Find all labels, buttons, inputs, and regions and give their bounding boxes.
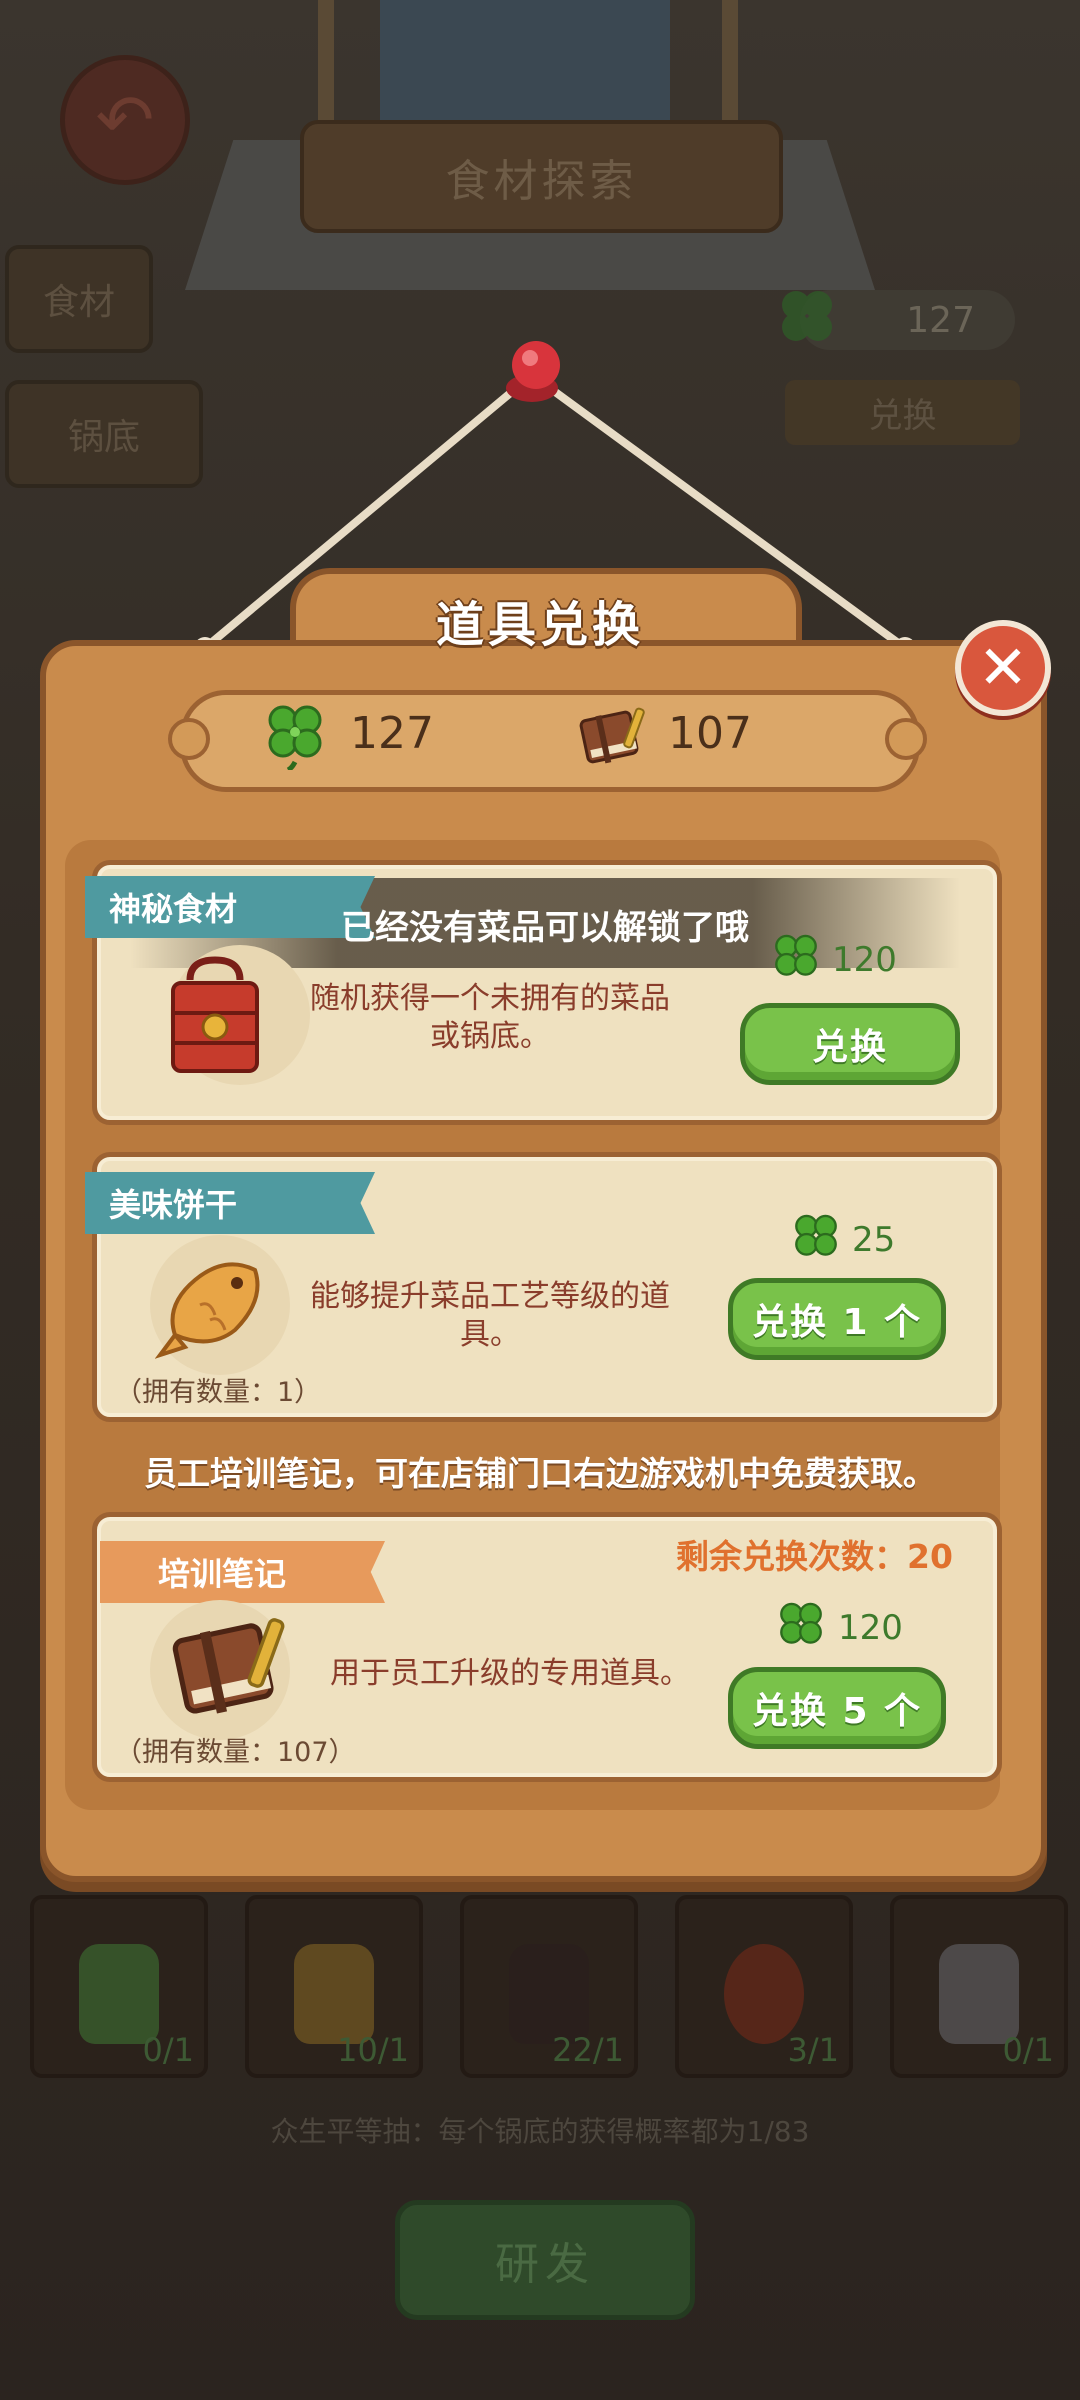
background-clover-icon	[782, 291, 832, 341]
remaining-exchanges: 剩余兑换次数：20	[676, 1537, 953, 1576]
jar-count: 0/1	[1002, 2031, 1055, 2069]
lunchbox-icon	[171, 956, 259, 1073]
jar-slot[interactable]: 0/1	[30, 1895, 208, 2078]
item-price: 120	[832, 940, 897, 980]
owned-quantity: （拥有数量：107）	[115, 1737, 356, 1768]
item-description: 随机获得一个未拥有的菜品或锅底。	[310, 981, 670, 1054]
jar-icon	[724, 1944, 804, 2044]
background-exchange-button[interactable]: 兑换	[785, 380, 1020, 445]
clover-icon	[780, 1602, 822, 1644]
item-ribbon: 培训笔记	[100, 1541, 385, 1603]
jar-count: 10/1	[337, 2031, 409, 2069]
bar-knob-right	[885, 718, 927, 760]
jar-icon	[79, 1944, 159, 2044]
jar-count: 0/1	[142, 2031, 195, 2069]
jar-count: 3/1	[787, 2031, 840, 2069]
item-description: 用于员工升级的专用道具。	[330, 1656, 690, 1691]
owned-quantity: （拥有数量：1）	[115, 1377, 322, 1408]
item-ribbon: 美味饼干	[85, 1172, 375, 1234]
clover-count: 127	[350, 708, 434, 759]
tab-ingredients[interactable]: 食材	[5, 245, 153, 353]
fish-cookie-icon	[155, 1262, 260, 1359]
jar-icon	[939, 1944, 1019, 2044]
notebook-icon	[579, 707, 645, 764]
clover-icon	[775, 934, 817, 976]
jar-slot[interactable]: 10/1	[245, 1895, 423, 2078]
background-title-sign: 食材探索	[300, 120, 783, 233]
background-clover-count: 127	[906, 299, 975, 341]
jar-slot[interactable]: 0/1	[890, 1895, 1068, 2078]
background-hint-text: 众生平等抽：每个锅底的获得概率都为1/83	[270, 2115, 810, 2148]
item-price: 25	[852, 1220, 896, 1260]
notebook-count: 107	[668, 708, 752, 759]
notebook-icon	[172, 1618, 285, 1714]
jar-slot[interactable]: 22/1	[460, 1895, 638, 2078]
clover-icon	[268, 705, 322, 770]
exchange-one-button[interactable]: 兑换 1 个	[728, 1278, 946, 1360]
bar-knob-left	[168, 718, 210, 760]
background-window	[380, 0, 670, 125]
jar-count: 22/1	[552, 2031, 624, 2069]
jar-slot[interactable]: 3/1	[675, 1895, 853, 2078]
back-arrow-icon[interactable]: ↶	[60, 55, 190, 185]
item-price: 120	[838, 1608, 903, 1648]
close-icon[interactable]: ✕	[955, 620, 1051, 716]
research-button[interactable]: 研发	[395, 2200, 695, 2320]
clover-icon	[795, 1214, 837, 1256]
notebook-info-text: 员工培训笔记，可在店铺门口右边游戏机中免费获取。	[144, 1454, 936, 1493]
jar-icon	[294, 1944, 374, 2044]
exchange-five-button[interactable]: 兑换 5 个	[728, 1667, 946, 1749]
dialog-title: 道具兑换	[435, 597, 644, 653]
tab-soup-base[interactable]: 锅底	[5, 380, 203, 488]
jar-icon	[509, 1944, 589, 2044]
item-description: 能够提升菜品工艺等级的道具。	[310, 1279, 670, 1352]
exchange-button[interactable]: 兑换	[740, 1003, 960, 1085]
